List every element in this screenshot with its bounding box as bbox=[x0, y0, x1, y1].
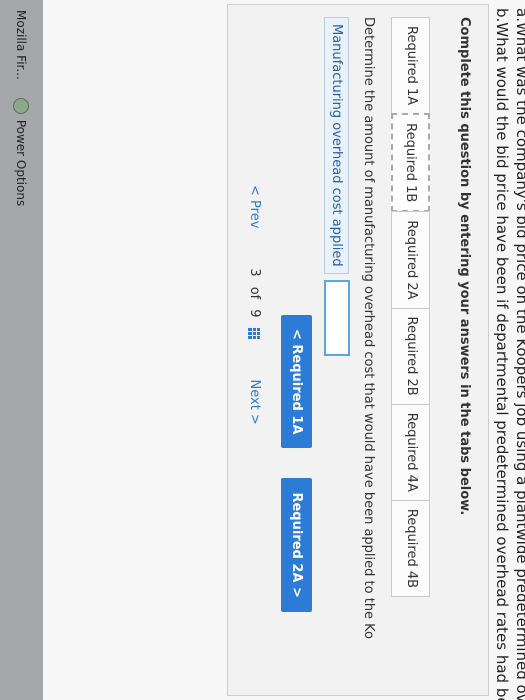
page: a.What was the company's bid price on th… bbox=[0, 0, 525, 700]
next-link-label: Next bbox=[247, 379, 262, 410]
overhead-input[interactable] bbox=[324, 279, 350, 356]
tab-required-1a[interactable]: Required 1A bbox=[391, 17, 430, 115]
page-of: of bbox=[247, 286, 262, 300]
answer-panel: Complete this question by entering your … bbox=[227, 4, 489, 696]
power-icon bbox=[13, 97, 30, 114]
answer-row: Manufacturing overhead cost applied bbox=[324, 17, 350, 356]
page-total: 9 bbox=[247, 309, 262, 318]
tab-required-4b[interactable]: Required 4B bbox=[391, 499, 430, 598]
tab-required-2b[interactable]: Required 2B bbox=[391, 307, 430, 405]
taskbar-item-power-options[interactable]: Power Options bbox=[13, 97, 30, 207]
next-link[interactable]: Next > bbox=[247, 380, 262, 425]
question-pager: < Prev 3 of 9 Next > bbox=[247, 185, 262, 425]
row-label: Manufacturing overhead cost applied bbox=[324, 17, 350, 274]
taskbar: Mozilla Fir... Power Options bbox=[0, 0, 43, 700]
next-tab-button[interactable]: Required 2A > bbox=[281, 478, 312, 612]
pager-position: 3 of 9 bbox=[247, 268, 262, 340]
tab-required-2a[interactable]: Required 2A bbox=[391, 211, 430, 309]
prev-link[interactable]: < Prev bbox=[247, 185, 262, 228]
taskbar-item-mozilla-label: Mozilla Fir... bbox=[14, 10, 29, 80]
instruction: Complete this question by entering your … bbox=[457, 17, 472, 516]
page-current: 3 bbox=[247, 268, 262, 277]
grid-icon[interactable] bbox=[248, 327, 261, 340]
question-line-b: b.What would the bid price have been if … bbox=[493, 8, 511, 700]
tabs: Required 1A Required 1B Required 2A Requ… bbox=[391, 17, 430, 598]
prev-tab-button[interactable]: < Required 1A bbox=[281, 315, 312, 449]
question-line-a: a.What was the company's bid price on th… bbox=[513, 8, 525, 700]
screen: a.What was the company's bid price on th… bbox=[0, 0, 525, 700]
tab-required-1b[interactable]: Required 1B bbox=[391, 113, 430, 213]
prev-link-label: Prev bbox=[247, 200, 262, 229]
tab-required-4a[interactable]: Required 4A bbox=[391, 403, 430, 501]
tab-nav-buttons: < Required 1A Required 2A > bbox=[281, 315, 312, 612]
taskbar-item-power-label: Power Options bbox=[14, 119, 29, 207]
taskbar-item-mozilla[interactable]: Mozilla Fir... bbox=[15, 10, 29, 80]
determine-text: Determine the amount of manufacturing ov… bbox=[361, 17, 376, 640]
